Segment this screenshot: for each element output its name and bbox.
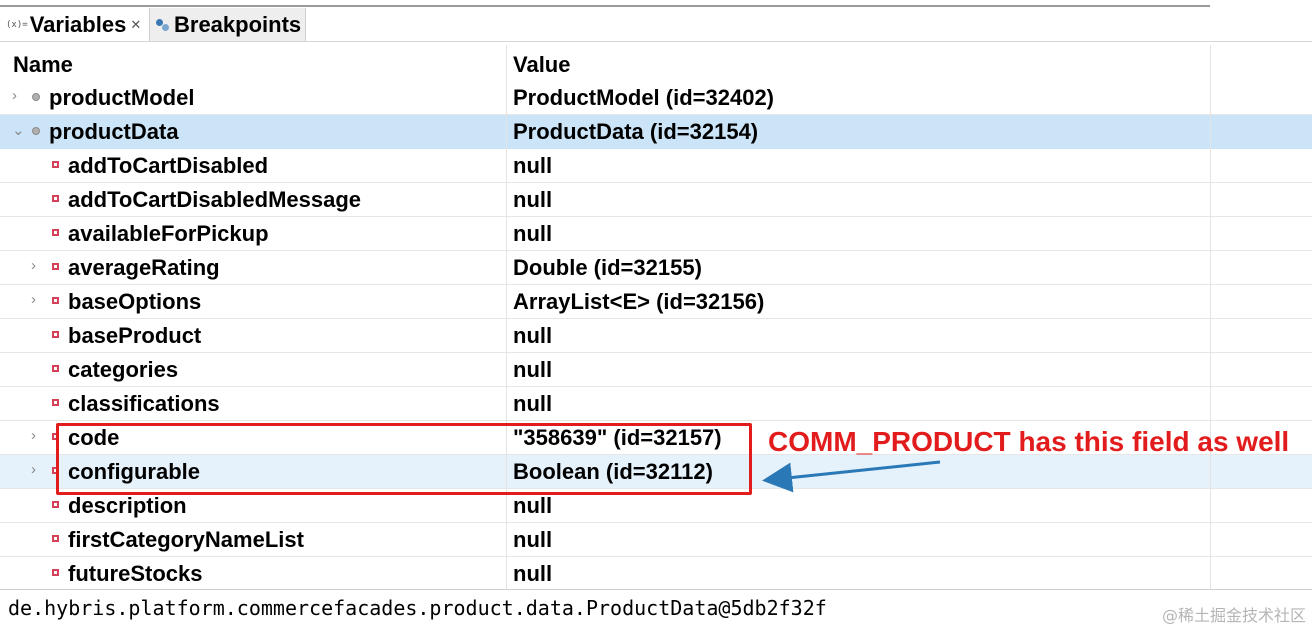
private-field-icon [52, 297, 59, 304]
column-divider-right [1210, 45, 1211, 589]
variable-value: null [513, 391, 553, 416]
column-divider[interactable] [506, 45, 507, 589]
tab-variables[interactable]: (x)= Variables ✕ [0, 8, 150, 41]
variable-value: ProductModel (id=32402) [513, 85, 775, 110]
private-field-icon [52, 161, 59, 168]
tree-row[interactable]: addToCartDisabledMessage null [0, 183, 1312, 217]
tab-breakpoints-label: Breakpoints [174, 11, 302, 37]
variable-name: futureStocks [68, 561, 203, 586]
chevron-right-icon[interactable]: › [31, 427, 36, 444]
variable-value: ArrayList<E> (id=32156) [513, 289, 765, 314]
variable-value: null [513, 323, 553, 348]
tree-row[interactable]: classifications null [0, 387, 1312, 421]
tab-variables-label: Variables [29, 11, 127, 37]
variable-name: baseOptions [68, 289, 202, 314]
variable-name: productModel [49, 85, 195, 110]
variable-value: null [513, 357, 553, 382]
tree-row[interactable]: › productModel ProductModel (id=32402) [0, 81, 1312, 115]
variable-name: description [68, 493, 187, 518]
tree-row[interactable]: addToCartDisabled null [0, 149, 1312, 183]
variable-name: categories [68, 357, 179, 382]
private-field-icon [52, 399, 59, 406]
tree-row[interactable]: baseProduct null [0, 319, 1312, 353]
local-variable-icon [32, 127, 40, 135]
variable-name: firstCategoryNameList [68, 527, 304, 552]
private-field-icon [52, 229, 59, 236]
chevron-right-icon[interactable]: › [31, 461, 36, 478]
column-header-name[interactable]: Name [13, 52, 73, 78]
variable-name: availableForPickup [68, 221, 269, 246]
watermark: @稀土掘金技术社区 [1161, 606, 1306, 625]
variable-value: null [513, 153, 553, 178]
private-field-icon [52, 365, 59, 372]
close-icon[interactable]: ✕ [130, 17, 141, 33]
tree-row[interactable]: › averageRating Double (id=32155) [0, 251, 1312, 285]
chevron-right-icon[interactable]: › [31, 257, 36, 274]
tab-bar-border [0, 5, 1210, 7]
tree-row[interactable]: ⌄ productData ProductData (id=32154) [0, 115, 1312, 149]
chevron-down-icon[interactable]: ⌄ [12, 121, 25, 139]
tree-row[interactable]: availableForPickup null [0, 217, 1312, 251]
view-tab-bar: (x)= Variables ✕ Breakpoints [0, 0, 1312, 42]
variable-name: productData [49, 119, 179, 144]
variable-name: averageRating [68, 255, 220, 280]
variable-value: null [513, 187, 553, 212]
variable-value: null [513, 527, 553, 552]
variable-value: ProductData (id=32154) [513, 119, 759, 144]
detail-pane[interactable]: de.hybris.platform.commercefacades.produ… [0, 589, 1312, 632]
variable-name: addToCartDisabled [68, 153, 269, 178]
tree-row[interactable]: futureStocks null [0, 557, 1312, 591]
local-variable-icon [32, 93, 40, 101]
table-header: Name Value [0, 45, 1312, 81]
tree-row[interactable]: categories null [0, 353, 1312, 387]
variable-value: null [513, 221, 553, 246]
variable-name: classifications [68, 391, 220, 416]
private-field-icon [52, 501, 59, 508]
variable-name: addToCartDisabledMessage [68, 187, 362, 212]
column-header-value[interactable]: Value [513, 52, 570, 78]
detail-text: de.hybris.platform.commercefacades.produ… [8, 596, 827, 620]
tab-breakpoints[interactable]: Breakpoints [150, 8, 306, 41]
variable-name: baseProduct [68, 323, 202, 348]
variable-value: Double (id=32155) [513, 255, 702, 280]
variable-value: null [513, 493, 553, 518]
private-field-icon [52, 195, 59, 202]
chevron-right-icon[interactable]: › [12, 87, 17, 104]
private-field-icon [52, 331, 59, 338]
highlight-box [56, 423, 752, 495]
tree-row[interactable]: firstCategoryNameList null [0, 523, 1312, 557]
chevron-right-icon[interactable]: › [31, 291, 36, 308]
private-field-icon [52, 535, 59, 542]
tree-row[interactable]: › baseOptions ArrayList<E> (id=32156) [0, 285, 1312, 319]
private-field-icon [52, 263, 59, 270]
breakpoints-icon [156, 18, 170, 32]
annotation-callout: COMM_PRODUCT has this field as well [768, 426, 1290, 457]
private-field-icon [52, 569, 59, 576]
variables-icon: (x)= [6, 19, 28, 30]
variable-value: null [513, 561, 553, 586]
